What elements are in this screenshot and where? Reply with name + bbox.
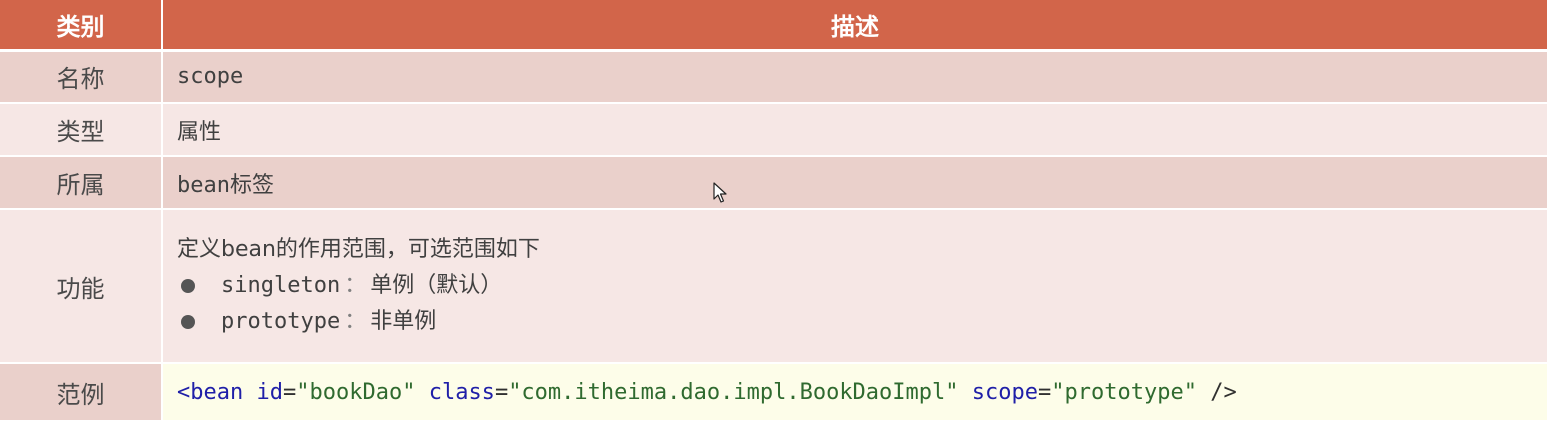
belongs-mono-text: bean — [177, 172, 230, 198]
row-value-type: 属性 — [162, 103, 1547, 156]
table-row-function: 功能 定义bean的作用范围，可选范围如下 singleton：单例（默认） p… — [0, 209, 1547, 363]
option-sep: ： — [344, 309, 367, 334]
option-key: prototype — [221, 309, 341, 334]
row-label-belongs: 所属 — [0, 156, 163, 209]
row-label-type: 类型 — [0, 103, 163, 156]
option-desc: 非单例 — [370, 309, 437, 334]
option-desc: 单例（默认） — [370, 273, 503, 298]
scope-attribute-table: 类别 描述 名称 scope 类型 属性 所属 bean标签 功能 定义bean… — [0, 0, 1547, 422]
table-row-type: 类型 属性 — [0, 103, 1547, 156]
row-label-name: 名称 — [0, 50, 163, 103]
function-option-prototype: prototype：非单例 — [177, 307, 1547, 337]
row-value-name: scope — [162, 50, 1547, 103]
option-key: singleton — [221, 273, 341, 298]
code-val-id: "bookDao" — [296, 379, 416, 405]
table-row-name: 名称 scope — [0, 50, 1547, 103]
bullet-dot-icon — [181, 279, 195, 293]
row-value-function: 定义bean的作用范围，可选范围如下 singleton：单例（默认） prot… — [162, 209, 1547, 363]
row-value-example: <bean id="bookDao" class="com.itheima.da… — [162, 363, 1547, 421]
code-close-tag: /> — [1210, 379, 1237, 405]
code-val-class: "com.itheima.dao.impl.BookDaoImpl" — [508, 379, 959, 405]
table-header-row: 类别 描述 — [0, 0, 1547, 52]
bullet-dot-icon — [181, 315, 195, 329]
code-attr-id: id — [256, 379, 283, 405]
table-row-example: 范例 <bean id="bookDao" class="com.itheima… — [0, 363, 1547, 421]
code-val-scope: "prototype" — [1051, 379, 1197, 405]
row-value-belongs: bean标签 — [162, 156, 1547, 209]
code-attr-class: class — [428, 379, 495, 405]
function-option-singleton: singleton：单例（默认） — [177, 271, 1547, 301]
code-open-tag: <bean — [177, 379, 244, 405]
belongs-text: 标签 — [229, 172, 274, 198]
example-code: <bean id="bookDao" class="com.itheima.da… — [177, 379, 1237, 405]
row-label-function: 功能 — [0, 209, 163, 363]
mouse-pointer-icon — [713, 182, 727, 203]
table-row-belongs: 所属 bean标签 — [0, 156, 1547, 209]
row-label-example: 范例 — [0, 363, 163, 421]
option-sep: ： — [344, 273, 367, 298]
function-intro: 定义bean的作用范围，可选范围如下 — [177, 237, 540, 262]
header-description: 描述 — [162, 0, 1547, 52]
header-category: 类别 — [0, 0, 163, 52]
code-attr-scope: scope — [971, 379, 1039, 405]
